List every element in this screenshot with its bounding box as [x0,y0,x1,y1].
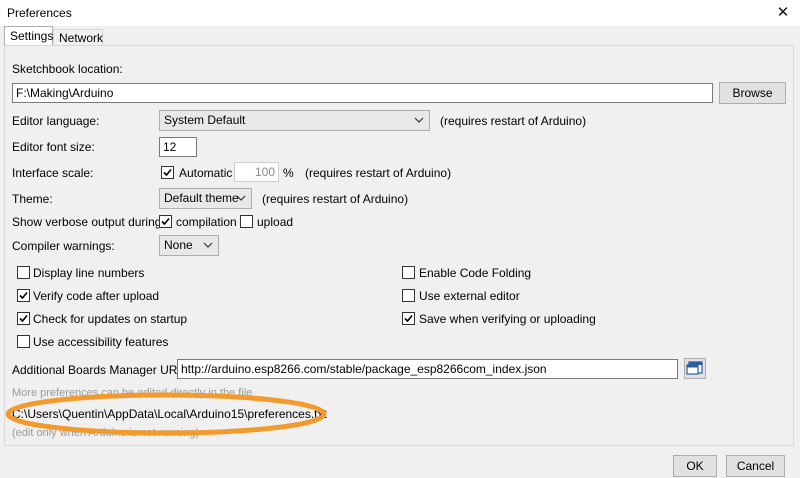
boards-urls-label: Additional Boards Manager URLs: [12,363,194,377]
scale-percent-input[interactable]: 100 [234,162,279,182]
close-icon[interactable]: ✕ [772,2,794,24]
checkmark-icon [404,314,413,323]
boards-urls-value: http://arduino.esp8266.com/stable/packag… [181,362,547,376]
font-size-label: Editor font size: [12,140,95,154]
theme-value: Default theme [164,191,239,205]
annotation-ellipse [5,392,327,436]
verbose-compilation-label: compilation [176,215,237,229]
scale-unit: % [283,166,294,180]
save-on-verify-label: Save when verifying or uploading [419,312,596,326]
cancel-button[interactable]: Cancel [726,455,785,477]
window-list-icon [686,361,703,375]
verify-after-upload-label: Verify code after upload [33,289,160,303]
font-size-value: 12 [163,140,177,154]
checkmark-icon [19,314,28,323]
compiler-warnings-label: Compiler warnings: [12,239,115,253]
sketchbook-location-input[interactable]: F:\Making\Arduino [12,83,713,103]
external-editor-label: Use external editor [419,289,520,303]
compiler-warnings-value: None [164,238,193,252]
verbose-compilation-checkbox[interactable] [159,215,172,228]
boards-urls-edit-button[interactable] [684,358,706,379]
display-line-numbers-label: Display line numbers [33,266,145,280]
theme-note: (requires restart of Arduino) [262,192,409,206]
verbose-output-label: Show verbose output during: [12,215,165,229]
theme-select[interactable]: Default theme [159,188,252,209]
title-bar [0,0,800,26]
window-title: Preferences [7,6,72,20]
font-size-input[interactable]: 12 [159,137,197,157]
display-line-numbers-checkbox[interactable] [17,266,30,279]
editor-language-select[interactable]: System Default [159,110,430,131]
check-updates-checkbox[interactable] [17,312,30,325]
scale-percent-value: 100 [254,165,275,179]
theme-label: Theme: [12,192,53,206]
save-on-verify-checkbox[interactable] [402,312,415,325]
chevron-down-icon [414,117,424,123]
boards-urls-input[interactable]: http://arduino.esp8266.com/stable/packag… [177,359,678,379]
ok-button[interactable]: OK [673,455,717,477]
settings-panel [4,45,794,446]
accessibility-features-label: Use accessibility features [33,335,169,349]
verify-after-upload-checkbox[interactable] [17,289,30,302]
scale-note: (requires restart of Arduino) [305,166,452,180]
sketchbook-label: Sketchbook location: [12,62,123,76]
chevron-down-icon [236,195,246,201]
editor-language-label: Editor language: [12,114,100,128]
external-editor-checkbox[interactable] [402,289,415,302]
interface-scale-label: Interface scale: [12,166,94,180]
verbose-upload-label: upload [257,215,294,229]
browse-button[interactable]: Browse [719,82,786,104]
editor-language-value: System Default [164,113,246,127]
checkmark-icon [161,217,170,226]
chevron-down-icon [203,242,213,248]
editor-language-note: (requires restart of Arduino) [440,114,587,128]
check-updates-label: Check for updates on startup [33,312,188,326]
checkmark-icon [163,168,172,177]
scale-automatic-checkbox[interactable] [161,166,174,179]
tab-network[interactable]: Network [53,29,103,46]
sketchbook-location-value: F:\Making\Arduino [16,86,114,100]
accessibility-features-checkbox[interactable] [17,335,30,348]
checkmark-icon [19,291,28,300]
code-folding-checkbox[interactable] [402,266,415,279]
verbose-upload-checkbox[interactable] [240,215,253,228]
tab-settings[interactable]: Settings [4,26,53,45]
code-folding-label: Enable Code Folding [419,266,532,280]
scale-automatic-label: Automatic [179,166,233,180]
compiler-warnings-select[interactable]: None [159,235,219,256]
